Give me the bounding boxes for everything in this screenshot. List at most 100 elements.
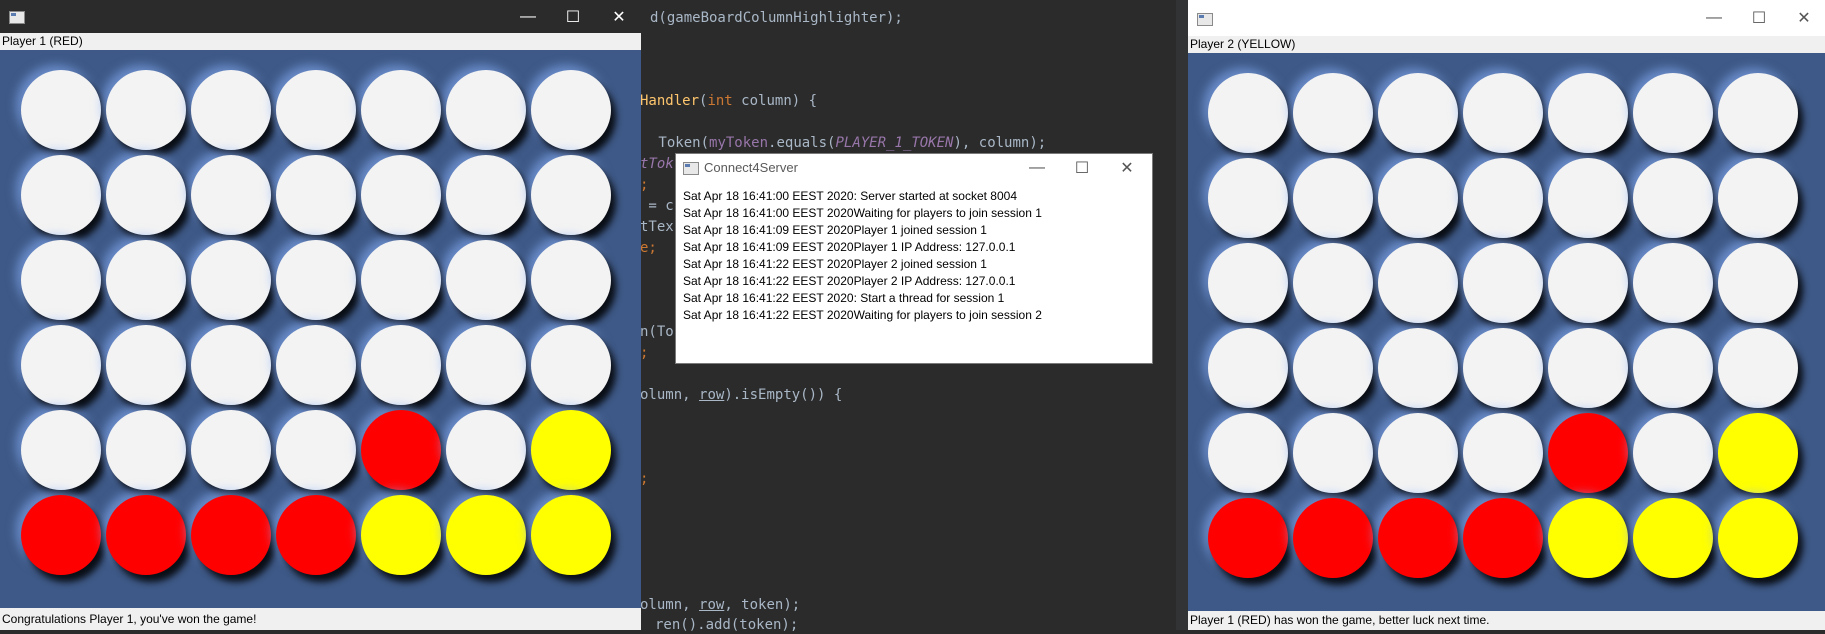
board-cell-empty[interactable] [21,325,101,405]
game-board[interactable] [1188,53,1825,611]
board-cell-empty[interactable] [1548,328,1628,408]
board-cell-empty[interactable] [531,325,611,405]
board-cell-yellow[interactable] [1718,498,1798,578]
board-cell-yellow[interactable] [1548,498,1628,578]
board-cell-yellow[interactable] [446,495,526,575]
game-board[interactable] [0,50,641,608]
board-cell-empty[interactable] [1463,243,1543,323]
board-cell-empty[interactable] [191,325,271,405]
board-cell-empty[interactable] [1463,158,1543,238]
board-cell-empty[interactable] [21,70,101,150]
close-icon[interactable]: ✕ [596,0,642,33]
board-cell-empty[interactable] [1293,73,1373,153]
board-cell-yellow[interactable] [1718,413,1798,493]
board-cell-red[interactable] [276,495,356,575]
board-cell-empty[interactable] [1633,328,1713,408]
board-cell-empty[interactable] [1378,243,1458,323]
board-cell-empty[interactable] [1633,73,1713,153]
board-cell-empty[interactable] [276,155,356,235]
maximize-icon[interactable]: ☐ [550,0,596,33]
board-cell-empty[interactable] [276,70,356,150]
board-cell-red[interactable] [1208,498,1288,578]
board-cell-empty[interactable] [21,410,101,490]
board-cell-empty[interactable] [106,155,186,235]
board-cell-empty[interactable] [446,240,526,320]
board-cell-empty[interactable] [446,70,526,150]
minimize-icon[interactable]: — [1014,154,1060,181]
board-cell-empty[interactable] [1633,243,1713,323]
board-cell-red[interactable] [1293,498,1373,578]
board-cell-empty[interactable] [1633,158,1713,238]
board-cell-empty[interactable] [1208,158,1288,238]
board-cell-empty[interactable] [21,240,101,320]
maximize-icon[interactable]: ☐ [1059,154,1105,181]
board-cell-empty[interactable] [1208,243,1288,323]
board-cell-empty[interactable] [531,155,611,235]
board-cell-empty[interactable] [1378,413,1458,493]
board-cell-empty[interactable] [191,410,271,490]
board-cell-empty[interactable] [361,325,441,405]
board-cell-empty[interactable] [1633,413,1713,493]
board-cell-empty[interactable] [531,240,611,320]
board-cell-empty[interactable] [1548,158,1628,238]
board-cell-empty[interactable] [446,410,526,490]
board-cell-empty[interactable] [106,240,186,320]
board-cell-yellow[interactable] [361,495,441,575]
minimize-icon[interactable]: — [1691,0,1737,36]
server-titlebar[interactable]: Connect4Server — ☐ ✕ [676,154,1152,181]
board-cell-red[interactable] [1378,498,1458,578]
code-token: e; [640,240,657,256]
board-cell-empty[interactable] [1378,73,1458,153]
board-cell-empty[interactable] [1718,328,1798,408]
board-cell-empty[interactable] [1718,243,1798,323]
board-cell-red[interactable] [106,495,186,575]
board-cell-red[interactable] [21,495,101,575]
board-cell-empty[interactable] [1293,243,1373,323]
board-cell-empty[interactable] [1293,413,1373,493]
board-cell-empty[interactable] [21,155,101,235]
board-cell-red[interactable] [191,495,271,575]
board-cell-empty[interactable] [276,325,356,405]
maximize-icon[interactable]: ☐ [1736,0,1782,36]
board-cell-empty[interactable] [106,70,186,150]
board-cell-red[interactable] [1463,498,1543,578]
board-cell-yellow[interactable] [531,410,611,490]
board-cell-empty[interactable] [446,325,526,405]
board-cell-empty[interactable] [1463,73,1543,153]
board-cell-empty[interactable] [1208,73,1288,153]
board-cell-empty[interactable] [1208,328,1288,408]
board-cell-empty[interactable] [1718,158,1798,238]
player1-titlebar[interactable]: — ☐ ✕ [0,0,641,33]
minimize-icon[interactable]: — [505,0,551,33]
board-cell-empty[interactable] [191,240,271,320]
board-cell-empty[interactable] [531,70,611,150]
board-cell-empty[interactable] [1463,328,1543,408]
board-cell-empty[interactable] [1548,73,1628,153]
board-cell-empty[interactable] [361,155,441,235]
board-cell-empty[interactable] [1548,243,1628,323]
board-cell-empty[interactable] [446,155,526,235]
board-cell-yellow[interactable] [1633,498,1713,578]
board-cell-empty[interactable] [191,70,271,150]
close-icon[interactable]: ✕ [1781,0,1825,36]
board-cell-empty[interactable] [276,410,356,490]
board-cell-empty[interactable] [361,70,441,150]
board-cell-empty[interactable] [191,155,271,235]
board-cell-red[interactable] [1548,413,1628,493]
board-cell-empty[interactable] [1378,328,1458,408]
board-cell-red[interactable] [361,410,441,490]
board-cell-empty[interactable] [1293,158,1373,238]
board-cell-empty[interactable] [1208,413,1288,493]
board-cell-yellow[interactable] [531,495,611,575]
board-cell-empty[interactable] [361,240,441,320]
board-cell-empty[interactable] [106,410,186,490]
close-icon[interactable]: ✕ [1104,154,1150,181]
board-cell-empty[interactable] [1378,158,1458,238]
code-token: column) { [732,93,818,109]
player2-titlebar[interactable]: — ☐ ✕ [1188,0,1825,36]
board-cell-empty[interactable] [1463,413,1543,493]
board-cell-empty[interactable] [106,325,186,405]
board-cell-empty[interactable] [1293,328,1373,408]
board-cell-empty[interactable] [1718,73,1798,153]
board-cell-empty[interactable] [276,240,356,320]
